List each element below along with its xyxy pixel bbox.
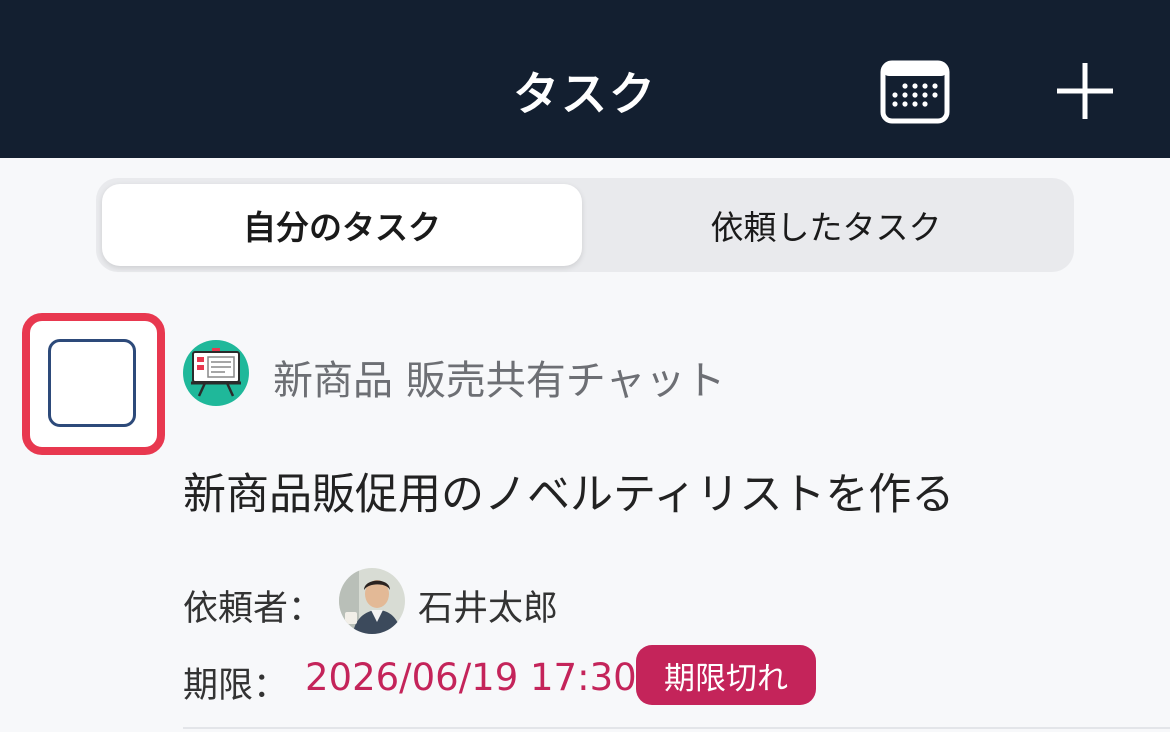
page-title: タスク bbox=[513, 67, 657, 121]
chat-name-link[interactable]: 新商品 販売共有チャット bbox=[273, 348, 725, 406]
overdue-badge: 期限切れ bbox=[636, 645, 816, 705]
avatar bbox=[339, 568, 405, 634]
calendar-button[interactable] bbox=[880, 60, 950, 124]
calendar-icon bbox=[880, 60, 950, 124]
tab-requested-tasks[interactable]: 依頼したタスク bbox=[584, 184, 1068, 266]
list-divider bbox=[183, 727, 1170, 729]
app-header: タスク bbox=[0, 0, 1170, 158]
add-task-button[interactable] bbox=[1054, 60, 1116, 122]
task-title[interactable]: 新商品販促用のノベルティリストを作る bbox=[183, 460, 954, 522]
presentation-board-icon bbox=[183, 340, 249, 406]
requester-label: 依頼者： bbox=[183, 589, 324, 629]
task-complete-checkbox[interactable] bbox=[48, 339, 136, 427]
plus-icon bbox=[1057, 63, 1113, 119]
due-label: 期限： bbox=[183, 666, 289, 706]
requester-name: 石井太郎 bbox=[418, 589, 559, 629]
checkbox-highlight bbox=[22, 313, 165, 455]
tab-my-tasks[interactable]: 自分のタスク bbox=[102, 184, 582, 266]
task-tabs: 自分のタスク 依頼したタスク bbox=[96, 178, 1074, 272]
due-date: 2026/06/19 17:30 bbox=[305, 656, 637, 699]
